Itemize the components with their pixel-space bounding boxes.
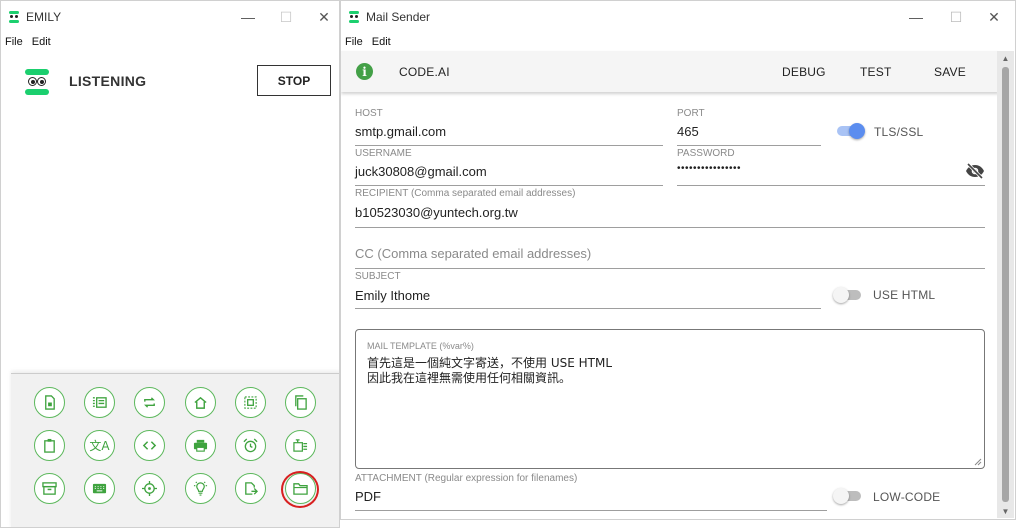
scroll-thumb[interactable] — [1002, 67, 1009, 502]
scroll-up-icon[interactable]: ▲ — [997, 51, 1014, 65]
clipboard-icon[interactable] — [34, 430, 65, 461]
list-icon[interactable] — [84, 387, 115, 418]
emily-menubar: File Edit — [1, 33, 339, 51]
emily-menu-edit[interactable]: Edit — [32, 36, 51, 48]
mail-template-textarea[interactable]: MAIL TEMPLATE (%var%) 首先這是一個純文字寄送，不使用 US… — [355, 329, 985, 469]
password-label: PASSWORD — [677, 148, 735, 159]
mail-app-icon — [349, 11, 359, 23]
emily-menu-file[interactable]: File — [5, 36, 23, 48]
info-icon[interactable]: i — [356, 63, 373, 80]
highlight-circle — [281, 471, 319, 508]
listening-status: LISTENING — [69, 73, 147, 89]
mail-menu-edit[interactable]: Edit — [372, 36, 391, 48]
test-button[interactable]: TEST — [860, 65, 891, 79]
emily-titlebar[interactable]: EMILY — ☐ ✕ — [1, 1, 339, 33]
file-export-icon[interactable] — [235, 473, 266, 504]
use-html-toggle[interactable] — [833, 287, 863, 303]
home-icon[interactable] — [185, 387, 216, 418]
recipient-value: b10523030@yuntech.org.tw — [355, 205, 518, 220]
select-icon[interactable] — [235, 387, 266, 418]
text-fields-icon[interactable] — [285, 430, 316, 461]
username-label: USERNAME — [355, 148, 412, 159]
archive-icon[interactable] — [34, 473, 65, 504]
host-field[interactable]: HOST smtp.gmail.com — [355, 108, 663, 146]
resize-grip-icon[interactable] — [974, 458, 982, 466]
port-value: 465 — [677, 124, 699, 139]
keyboard-icon[interactable] — [84, 473, 115, 504]
low-code-toggle[interactable] — [833, 488, 863, 504]
tls-ssl-toggle[interactable] — [835, 123, 865, 139]
attachment-label: ATTACHMENT (Regular expression for filen… — [355, 473, 578, 484]
visibility-off-icon[interactable] — [965, 163, 985, 179]
subject-field[interactable]: SUBJECT Emily Ithome — [355, 271, 821, 309]
print-icon[interactable] — [185, 430, 216, 461]
subject-label: SUBJECT — [355, 271, 401, 282]
code-icon[interactable] — [134, 430, 165, 461]
port-field[interactable]: PORT 465 — [677, 108, 821, 146]
lightbulb-icon[interactable] — [185, 473, 216, 504]
app-label: CODE.AI — [399, 65, 450, 79]
cc-field[interactable]: CC (Comma separated email addresses) — [355, 232, 985, 269]
attachment-value: PDF — [355, 489, 381, 504]
password-field[interactable]: PASSWORD •••••••••••••••• — [677, 148, 985, 186]
stop-button[interactable]: STOP — [257, 65, 331, 96]
subject-value: Emily Ithome — [355, 288, 431, 303]
debug-button[interactable]: DEBUG — [782, 65, 826, 79]
copy-icon[interactable] — [285, 387, 316, 418]
host-label: HOST — [355, 108, 383, 119]
translate-icon[interactable]: 文A — [84, 430, 115, 461]
mail-titlebar[interactable]: Mail Sender — ☐ ✕ — [341, 1, 1015, 33]
emily-close-button[interactable]: ✕ — [301, 1, 339, 33]
cc-placeholder: CC (Comma separated email addresses) — [355, 246, 592, 261]
page-icon[interactable] — [34, 387, 65, 418]
attachment-field[interactable]: ATTACHMENT (Regular expression for filen… — [355, 473, 827, 511]
mail-menubar: File Edit — [341, 33, 1015, 51]
crosshair-icon[interactable] — [134, 473, 165, 504]
emily-logo — [25, 69, 49, 95]
mail-template-label: MAIL TEMPLATE (%var%) — [367, 341, 474, 351]
scroll-down-icon[interactable]: ▼ — [997, 504, 1014, 518]
repeat-icon[interactable] — [134, 387, 165, 418]
username-value: juck30808@gmail.com — [355, 164, 487, 179]
alarm-icon[interactable] — [235, 430, 266, 461]
save-button[interactable]: SAVE — [934, 65, 966, 79]
host-value: smtp.gmail.com — [355, 124, 447, 139]
username-field[interactable]: USERNAME juck30808@gmail.com — [355, 148, 663, 186]
recipient-label: RECIPIENT (Comma separated email address… — [355, 188, 576, 199]
mail-menu-file[interactable]: File — [345, 36, 363, 48]
mail-toolbar: i CODE.AI DEBUG TEST SAVE — [341, 51, 999, 92]
recipient-field[interactable]: RECIPIENT (Comma separated email address… — [355, 188, 985, 228]
mail-sender-window: Mail Sender — ☐ ✕ File Edit i CODE.AI DE… — [340, 0, 1016, 520]
mail-window-title: Mail Sender — [366, 10, 431, 24]
port-label: PORT — [677, 108, 705, 119]
mail-template-value: 首先這是一個純文字寄送，不使用 USE HTML 因此我在這裡無需使用任何相關資… — [367, 356, 613, 385]
emily-app-icon — [9, 11, 19, 23]
password-value: •••••••••••••••• — [677, 163, 742, 174]
tls-ssl-label: TLS/SSL — [874, 125, 924, 139]
emily-window-title: EMILY — [26, 10, 62, 24]
mail-close-button[interactable]: ✕ — [971, 1, 1015, 33]
vertical-scrollbar[interactable]: ▲ ▼ — [997, 51, 1014, 518]
low-code-label: LOW-CODE — [873, 490, 941, 504]
use-html-label: USE HTML — [873, 288, 936, 302]
